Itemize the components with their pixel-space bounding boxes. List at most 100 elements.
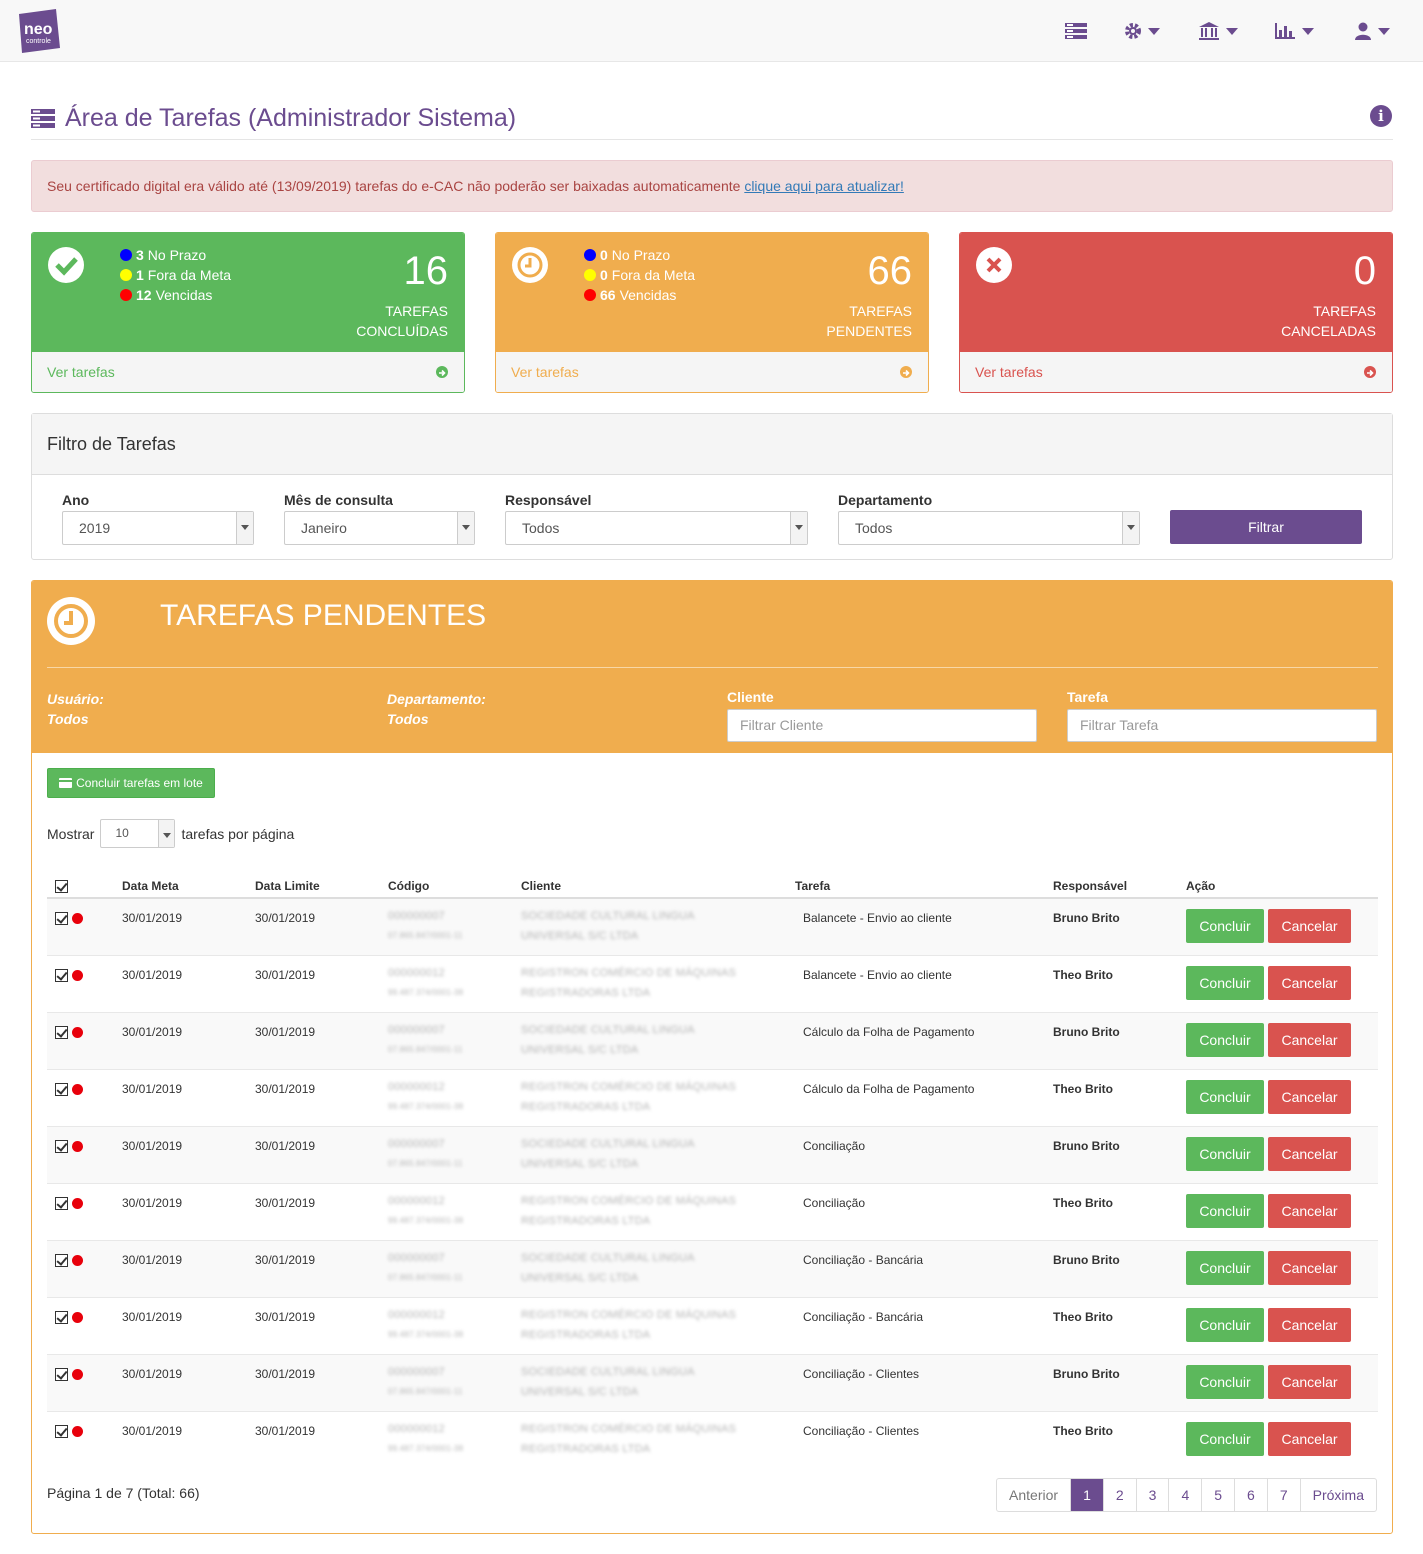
page-size-control: Mostrar 10 tarefas por página bbox=[47, 819, 294, 848]
data-meta: 30/01/2019 bbox=[122, 1182, 255, 1240]
page-link[interactable]: 5 bbox=[1201, 1479, 1234, 1511]
concluir-button[interactable]: Concluir bbox=[1186, 1193, 1264, 1228]
page-link[interactable]: 4 bbox=[1168, 1479, 1201, 1511]
tarefa: Conciliação - Bancária bbox=[795, 1296, 1053, 1354]
concluir-button[interactable]: Concluir bbox=[1186, 1307, 1264, 1342]
clock-icon bbox=[512, 247, 548, 283]
row-checkbox[interactable] bbox=[55, 1139, 68, 1153]
row-checkbox[interactable] bbox=[55, 1196, 68, 1210]
concluir-button[interactable]: Concluir bbox=[1186, 1364, 1264, 1399]
page-link[interactable]: 2 bbox=[1102, 1479, 1136, 1511]
data-limite: 30/01/2019 bbox=[255, 1182, 388, 1240]
cancelar-button[interactable]: Cancelar bbox=[1268, 909, 1351, 943]
pagination-prev[interactable]: Anterior bbox=[997, 1479, 1070, 1511]
col-tarefa[interactable]: Tarefa bbox=[795, 864, 1053, 899]
col-data-limite[interactable]: Data Limite bbox=[255, 864, 388, 899]
col-codigo[interactable]: Código bbox=[388, 864, 521, 899]
ver-tarefas-link[interactable]: Ver tarefas bbox=[32, 352, 464, 392]
settings-menu[interactable] bbox=[1124, 18, 1160, 44]
mes-label: Mês de consulta bbox=[284, 492, 393, 508]
cliente-name-2: REGISTRADORAS LTDA bbox=[521, 1442, 651, 1455]
concluir-button[interactable]: Concluir bbox=[1186, 909, 1264, 943]
reports-menu[interactable] bbox=[1274, 18, 1314, 44]
bank-menu[interactable] bbox=[1198, 18, 1238, 44]
ver-tarefas-link[interactable]: Ver tarefas bbox=[960, 352, 1392, 392]
data-meta: 30/01/2019 bbox=[122, 1125, 255, 1183]
row-checkbox[interactable] bbox=[55, 1082, 68, 1096]
ver-tarefas-link[interactable]: Ver tarefas bbox=[496, 352, 928, 392]
concluir-lote-button[interactable]: Concluir tarefas em lote bbox=[47, 768, 215, 798]
stat-label: TAREFAS CONCLUÍDAS bbox=[356, 301, 448, 341]
row-checkbox[interactable] bbox=[55, 1025, 68, 1039]
cliente-filter-input[interactable]: Filtrar Cliente bbox=[727, 709, 1037, 742]
cancelar-button[interactable]: Cancelar bbox=[1268, 1079, 1351, 1114]
concluir-button[interactable]: Concluir bbox=[1186, 1022, 1264, 1057]
blue-dot-icon bbox=[120, 249, 132, 261]
chevron-down-icon bbox=[457, 512, 474, 544]
page-title: Área de Tarefas (Administrador Sistema) bbox=[31, 98, 516, 138]
page-link[interactable]: 6 bbox=[1234, 1479, 1267, 1511]
page-link[interactable]: 3 bbox=[1135, 1479, 1169, 1511]
usuario-value: Todos bbox=[47, 711, 89, 727]
tasks-icon[interactable] bbox=[1064, 18, 1088, 44]
user-icon bbox=[1355, 22, 1371, 40]
cliente-name-2: REGISTRADORAS LTDA bbox=[521, 986, 651, 999]
tarefa: Cálculo da Folha de Pagamento bbox=[795, 1011, 1053, 1069]
col-cliente[interactable]: Cliente bbox=[521, 864, 795, 899]
page-link[interactable]: 7 bbox=[1266, 1479, 1300, 1511]
cancelar-button[interactable]: Cancelar bbox=[1268, 1136, 1351, 1171]
mes-select[interactable]: Janeiro bbox=[284, 511, 475, 545]
row-checkbox[interactable] bbox=[55, 1253, 68, 1267]
pagination-next[interactable]: Próxima bbox=[1299, 1479, 1376, 1511]
row-checkbox[interactable] bbox=[55, 1424, 68, 1438]
alert-update-link[interactable]: clique aqui para atualizar! bbox=[744, 178, 904, 194]
tarefa-filter-input[interactable]: Filtrar Tarefa bbox=[1067, 709, 1377, 742]
user-menu[interactable] bbox=[1354, 18, 1390, 44]
ano-select[interactable]: 2019 bbox=[62, 511, 254, 545]
concluir-button[interactable]: Concluir bbox=[1186, 1421, 1264, 1456]
stat-count: 66 bbox=[867, 249, 913, 293]
tarefa-label: Tarefa bbox=[1067, 689, 1108, 705]
chevron-down-icon bbox=[1302, 27, 1314, 35]
filtrar-button[interactable]: Filtrar bbox=[1170, 510, 1362, 544]
row-checkbox[interactable] bbox=[55, 1367, 68, 1381]
neo-controle-logo[interactable]: neo controle bbox=[16, 8, 62, 54]
col-data-meta[interactable]: Data Meta bbox=[122, 864, 255, 899]
stat-panel-pendentes: 0 No Prazo 0 Fora da Meta 66 Vencidas 66… bbox=[495, 232, 929, 393]
cancelar-button[interactable]: Cancelar bbox=[1268, 1250, 1351, 1285]
page-size-select[interactable]: 10 bbox=[100, 819, 176, 848]
chevron-down-icon bbox=[1148, 27, 1160, 35]
responsavel-select[interactable]: Todos bbox=[505, 511, 808, 545]
cliente-name-2: UNIVERSAL S/C LTDA bbox=[521, 1043, 639, 1056]
page-link[interactable]: 1 bbox=[1070, 1479, 1103, 1511]
cancelar-button[interactable]: Cancelar bbox=[1268, 1421, 1351, 1456]
codigo: 000000012 bbox=[388, 966, 445, 979]
cancelar-button[interactable]: Cancelar bbox=[1268, 1022, 1351, 1057]
mes-value: Janeiro bbox=[301, 520, 347, 536]
cancelar-button[interactable]: Cancelar bbox=[1268, 1307, 1351, 1342]
select-all-checkbox[interactable] bbox=[55, 880, 68, 893]
row-checkbox[interactable] bbox=[55, 968, 68, 982]
cliente-name: SOCIEDADE CULTURAL LINGUA bbox=[521, 910, 695, 922]
cancelar-button[interactable]: Cancelar bbox=[1268, 1364, 1351, 1399]
status-dot-icon bbox=[72, 969, 83, 981]
tarefas-por-pagina-label: tarefas por página bbox=[181, 825, 295, 842]
cancelar-button[interactable]: Cancelar bbox=[1268, 965, 1351, 1000]
stat-panel-concluidas: 3 No Prazo 1 Fora da Meta 12 Vencidas 16… bbox=[31, 232, 465, 393]
info-icon[interactable]: i bbox=[1370, 105, 1392, 127]
concluir-button[interactable]: Concluir bbox=[1186, 1136, 1264, 1171]
red-dot-icon bbox=[584, 289, 596, 301]
row-checkbox[interactable] bbox=[55, 1310, 68, 1324]
col-responsavel[interactable]: Responsável bbox=[1053, 864, 1186, 899]
concluir-lote-label: Concluir tarefas em lote bbox=[76, 776, 203, 790]
concluir-button[interactable]: Concluir bbox=[1186, 1250, 1264, 1285]
concluir-button[interactable]: Concluir bbox=[1186, 1079, 1264, 1114]
concluir-button[interactable]: Concluir bbox=[1186, 965, 1264, 1000]
row-checkbox[interactable] bbox=[55, 912, 68, 926]
ano-value: 2019 bbox=[79, 520, 111, 536]
codigo: 000000007 bbox=[388, 1137, 445, 1150]
no-prazo-label: No Prazo bbox=[611, 247, 671, 263]
codigo: 000000012 bbox=[388, 1308, 445, 1321]
cancelar-button[interactable]: Cancelar bbox=[1268, 1193, 1351, 1228]
departamento-select[interactable]: Todos bbox=[838, 511, 1140, 545]
